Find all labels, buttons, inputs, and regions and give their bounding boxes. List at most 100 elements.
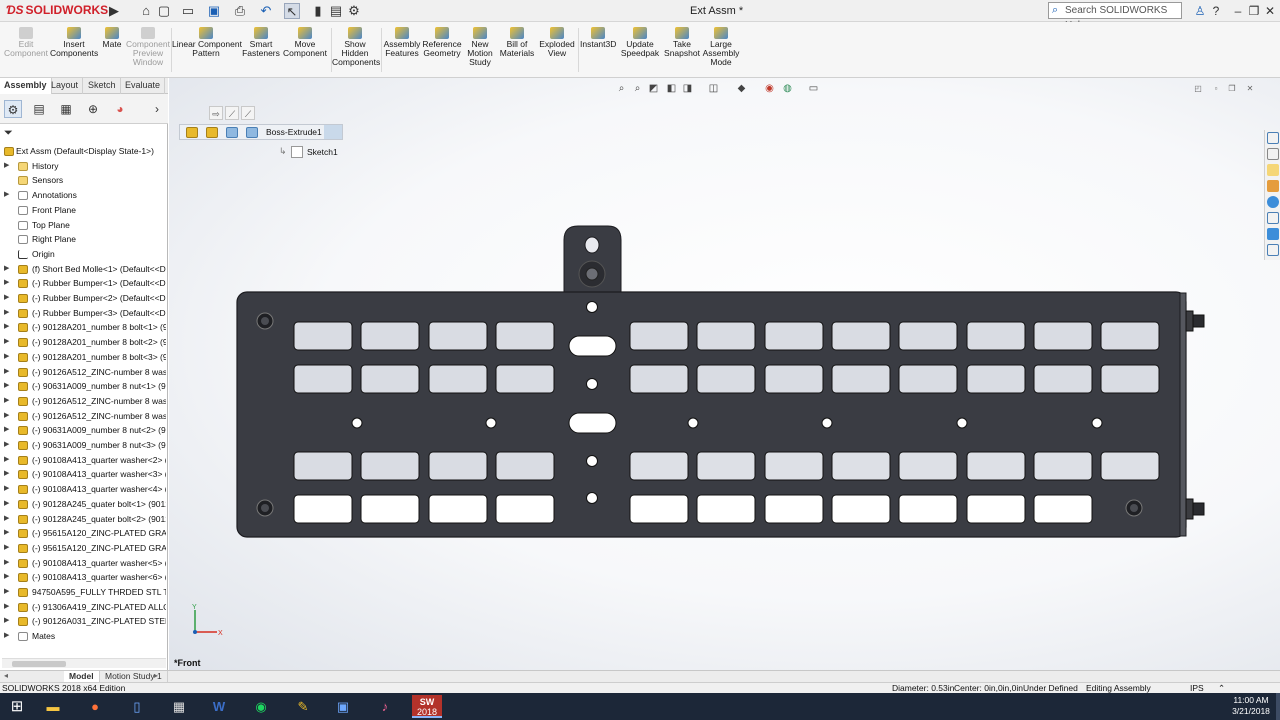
- expand-arrow-icon[interactable]: ▶: [4, 512, 9, 526]
- tree-item[interactable]: ▶ (-) 90128A201_number 8 bolt<2> (901: [0, 335, 166, 349]
- tree-item[interactable]: ▶ (-) 90631A009_number 8 nut<2> (9063: [0, 423, 166, 437]
- filter-icon[interactable]: ⏷: [4, 127, 13, 140]
- tree-item[interactable]: ▶ (-) 90108A413_quarter washer<3> (901: [0, 467, 166, 481]
- minimize-icon[interactable]: –: [1230, 3, 1246, 19]
- graphics-viewport[interactable]: ⌕ ⌕ ◩ ◧ ◨ ◫ ◆ ◉ ◍ ▭ ◰ ▫ ❐ ✕ ⇨ ⟋ ⟋ Boss-Ext…: [169, 78, 1280, 670]
- options-gear-icon[interactable]: ⚙: [346, 3, 362, 19]
- print-icon[interactable]: ⎙: [232, 3, 248, 19]
- remote-desktop-icon[interactable]: ▣: [330, 695, 356, 718]
- save-icon[interactable]: ▣: [206, 3, 222, 19]
- tree-item[interactable]: ▶ (-) 90128A245_quater bolt<1> (90128A: [0, 497, 166, 511]
- tree-item[interactable]: Top Plane: [0, 218, 166, 232]
- solidworks-resources-icon[interactable]: [1267, 132, 1279, 144]
- large-assembly-mode-button[interactable]: Large Assembly Mode: [702, 24, 740, 67]
- view-palette-icon[interactable]: [1267, 180, 1279, 192]
- dimxpert-tab-icon[interactable]: ⊕: [84, 100, 102, 118]
- move-component-button[interactable]: Move Component: [282, 24, 328, 58]
- tree-item[interactable]: ▶ (-) 90108A413_quarter washer<5> (901: [0, 556, 166, 570]
- expand-arrow-icon[interactable]: ▶: [4, 482, 9, 496]
- panel-horizontal-scrollbar[interactable]: [2, 658, 166, 668]
- tab-layout[interactable]: Layout: [47, 78, 84, 94]
- open-icon[interactable]: ▭: [180, 3, 196, 19]
- tree-item[interactable]: ▶ (-) 90108A413_quarter washer<2> (901: [0, 453, 166, 467]
- insert-components-button[interactable]: Insert Components: [50, 24, 98, 58]
- calculator-icon[interactable]: ▦: [166, 695, 192, 718]
- undo-icon[interactable]: ↶: [258, 3, 274, 19]
- new-document-icon[interactable]: ▢: [156, 3, 172, 19]
- tree-item[interactable]: ▶ (-) 90108A413_quarter washer<4> (901: [0, 482, 166, 496]
- units-dropdown-icon[interactable]: ⌃: [1218, 683, 1225, 693]
- expand-arrow-icon[interactable]: ▶: [4, 320, 9, 334]
- tab-scroll-left-icon[interactable]: ◂: [4, 671, 8, 680]
- solidworks-taskbar-icon[interactable]: SW 2018: [412, 695, 442, 718]
- expand-arrow-icon[interactable]: ▶: [4, 570, 9, 584]
- tree-item[interactable]: ▶ (-) 90128A245_quater bolt<2> (90128A: [0, 512, 166, 526]
- home-icon[interactable]: ⌂: [138, 3, 154, 19]
- rebuild-icon[interactable]: ▮: [310, 3, 326, 19]
- tree-item[interactable]: ▶ (-) 90631A009_number 8 nut<3> (9063: [0, 438, 166, 452]
- spotify-icon[interactable]: ◉: [248, 695, 274, 718]
- forum-icon[interactable]: [1267, 228, 1279, 240]
- expand-menu-icon[interactable]: ▶: [106, 3, 122, 19]
- smart-fasteners-button[interactable]: Smart Fasteners: [242, 24, 280, 58]
- instant3d-button[interactable]: Instant3D: [580, 24, 616, 49]
- notes-icon[interactable]: [1267, 244, 1279, 256]
- expand-arrow-icon[interactable]: ▶: [4, 335, 9, 349]
- system-clock[interactable]: 11:00 AM 3/21/2018: [1228, 695, 1274, 717]
- tab-sketch[interactable]: Sketch: [84, 78, 121, 94]
- tree-item[interactable]: ▶ History: [0, 159, 166, 173]
- take-snapshot-button[interactable]: Take Snapshot: [662, 24, 702, 58]
- paint-icon[interactable]: ✎: [290, 695, 316, 718]
- tree-item[interactable]: ▶ (-) 95615A120_ZINC-PLATED GRADE 5: [0, 526, 166, 540]
- firefox-icon[interactable]: ●: [82, 695, 108, 718]
- expand-arrow-icon[interactable]: ▶: [4, 379, 9, 393]
- tree-item[interactable]: ▶ (-) 95615A120_ZINC-PLATED GRADE 5: [0, 541, 166, 555]
- show-hidden-components-button[interactable]: Show Hidden Components: [332, 24, 380, 67]
- tab-assembly[interactable]: Assembly: [0, 78, 52, 94]
- tree-item[interactable]: ▶ (-) 90126A512_ZINC-number 8 washer: [0, 394, 166, 408]
- edit-component-button[interactable]: Edit Component: [4, 24, 48, 58]
- expand-arrow-icon[interactable]: ▶: [4, 453, 9, 467]
- update-speedpak-button[interactable]: Update Speedpak: [620, 24, 660, 58]
- maximize-icon[interactable]: ❐: [1246, 3, 1262, 19]
- show-desktop-button[interactable]: [1276, 693, 1280, 720]
- tree-item[interactable]: ▶ (f) Short Bed Molle<1> (Default<<Def: [0, 262, 166, 276]
- expand-arrow-icon[interactable]: ▶: [4, 306, 9, 320]
- tree-item[interactable]: ▶ (-) 90126A031_ZINC-PLATED STEEL SA: [0, 614, 166, 628]
- tree-root-assembly[interactable]: Ext Assm (Default<Display State-1>): [0, 144, 166, 158]
- tree-item[interactable]: Front Plane: [0, 203, 166, 217]
- scrollbar-thumb[interactable]: [12, 661, 66, 667]
- appearances-icon[interactable]: [1267, 196, 1279, 208]
- expand-arrow-icon[interactable]: ▶: [4, 541, 9, 555]
- expand-arrow-icon[interactable]: ▶: [4, 394, 9, 408]
- tree-item[interactable]: ▶ (-) Rubber Bumper<2> (Default<<Def: [0, 291, 166, 305]
- configuration-manager-tab-icon[interactable]: ▦: [57, 100, 75, 118]
- expand-arrow-icon[interactable]: ▶: [4, 159, 9, 173]
- tree-item[interactable]: ▶ (-) 90631A009_number 8 nut<1> (9063: [0, 379, 166, 393]
- tree-item[interactable]: ▶ (-) Rubber Bumper<3> (Default<<Def: [0, 306, 166, 320]
- reference-geometry-button[interactable]: Reference Geometry: [422, 24, 462, 58]
- expand-arrow-icon[interactable]: ▶: [4, 614, 9, 628]
- tree-item[interactable]: ▶ (-) 90126A512_ZINC-number 8 washer: [0, 365, 166, 379]
- user-icon[interactable]: ♙: [1192, 3, 1208, 19]
- tree-item[interactable]: ▶ (-) Rubber Bumper<1> (Default<<Def: [0, 276, 166, 290]
- expand-arrow-icon[interactable]: ▶: [4, 600, 9, 614]
- expand-arrow-icon[interactable]: ▶: [4, 276, 9, 290]
- expand-arrow-icon[interactable]: ▶: [4, 262, 9, 276]
- solidworks-logo[interactable]: ƊS SOLIDWORKS: [6, 3, 108, 17]
- tree-item[interactable]: ▶ (-) 91306A419_ZINC-PLATED ALLOY S: [0, 600, 166, 614]
- expand-arrow-icon[interactable]: ▶: [4, 438, 9, 452]
- tree-item[interactable]: ▶ (-) 90126A512_ZINC-number 8 washer: [0, 409, 166, 423]
- tab-evaluate[interactable]: Evaluate: [121, 78, 166, 94]
- panel-next-icon[interactable]: ›: [148, 100, 166, 118]
- help-icon[interactable]: ?: [1208, 3, 1224, 19]
- expand-arrow-icon[interactable]: ▶: [4, 497, 9, 511]
- display-manager-tab-icon[interactable]: ◕: [111, 100, 129, 118]
- notepad-icon[interactable]: ▯: [124, 695, 150, 718]
- linear-component-pattern-button[interactable]: Linear Component Pattern: [172, 24, 242, 58]
- bill-of-materials-button[interactable]: Bill of Materials: [498, 24, 536, 58]
- tree-item[interactable]: ▶ 94750A595_FULLY THRDED STL T-SLO: [0, 585, 166, 599]
- itunes-icon[interactable]: ♪: [372, 695, 398, 718]
- mate-button[interactable]: Mate: [100, 24, 124, 49]
- expand-arrow-icon[interactable]: ▶: [4, 291, 9, 305]
